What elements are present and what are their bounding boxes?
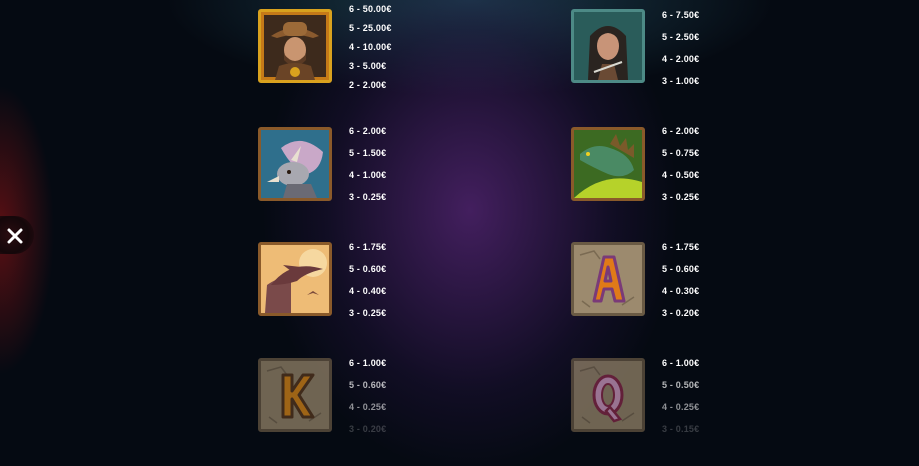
pay-2: 2 - 2.00€ <box>349 80 387 90</box>
pay-6: 6 - 1.75€ <box>662 242 700 252</box>
pay-4: 4 - 0.25€ <box>662 402 700 412</box>
pay-3: 3 - 0.25€ <box>662 192 700 202</box>
pay-3: 3 - 1.00€ <box>662 76 700 86</box>
pay-4: 4 - 0.25€ <box>349 402 387 412</box>
pay-4: 4 - 0.30€ <box>662 286 700 296</box>
pay-6: 6 - 7.50€ <box>662 10 700 20</box>
pay-5: 5 - 1.50€ <box>349 148 387 158</box>
pay-4: 4 - 0.50€ <box>662 170 700 180</box>
pay-6: 6 - 2.00€ <box>662 126 700 136</box>
pay-6: 6 - 1.00€ <box>662 358 700 368</box>
pay-6: 6 - 2.00€ <box>349 126 387 136</box>
pterodactyl-symbol <box>258 242 332 316</box>
pay-3: 3 - 5.00€ <box>349 61 387 71</box>
pay-5: 5 - 0.60€ <box>349 380 387 390</box>
pay-3: 3 - 0.25€ <box>349 308 387 318</box>
close-button[interactable] <box>0 216 34 254</box>
pay-4: 4 - 10.00€ <box>349 42 392 52</box>
huntress-symbol <box>571 9 645 83</box>
close-icon <box>7 228 23 244</box>
stegosaurus-symbol <box>571 127 645 201</box>
letter-a-symbol <box>571 242 645 316</box>
pay-6: 6 - 1.00€ <box>349 358 387 368</box>
explorer-symbol <box>258 9 332 83</box>
letter-k-symbol <box>258 358 332 432</box>
pay-5: 5 - 0.60€ <box>349 264 387 274</box>
pay-4: 4 - 2.00€ <box>662 54 700 64</box>
pay-5: 5 - 0.50€ <box>662 380 700 390</box>
triceratops-symbol <box>258 127 332 201</box>
pay-3: 3 - 0.20€ <box>349 424 387 434</box>
pay-6: 6 - 1.75€ <box>349 242 387 252</box>
pay-5: 5 - 25.00€ <box>349 23 392 33</box>
pay-5: 5 - 0.75€ <box>662 148 700 158</box>
pay-3: 3 - 0.15€ <box>662 424 700 434</box>
pay-4: 4 - 1.00€ <box>349 170 387 180</box>
pay-6: 6 - 50.00€ <box>349 4 392 14</box>
pay-4: 4 - 0.40€ <box>349 286 387 296</box>
pay-3: 3 - 0.25€ <box>349 192 387 202</box>
letter-q-symbol <box>571 358 645 432</box>
pay-5: 5 - 0.60€ <box>662 264 700 274</box>
pay-3: 3 - 0.20€ <box>662 308 700 318</box>
pay-5: 5 - 2.50€ <box>662 32 700 42</box>
